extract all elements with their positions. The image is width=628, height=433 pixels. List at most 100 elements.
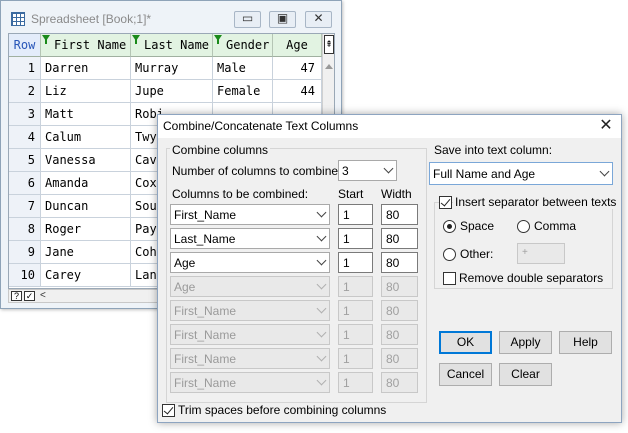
row-number[interactable]: 9 <box>9 241 41 264</box>
row-number[interactable]: 6 <box>9 172 41 195</box>
row-number[interactable]: 4 <box>9 126 41 149</box>
cell-first-name[interactable]: Calum <box>41 126 131 149</box>
trim-spaces-checkbox[interactable] <box>162 404 175 417</box>
other-radio[interactable] <box>443 248 456 261</box>
scroll-top-icon[interactable]: ⇞ <box>324 35 334 54</box>
start-input[interactable]: 1 <box>338 252 373 273</box>
column-select[interactable]: First_Name <box>170 348 330 369</box>
columns-to-combine-label: Columns to be combined: <box>172 187 309 201</box>
other-label: Other: <box>460 247 494 261</box>
width-input[interactable]: 80 <box>381 228 418 249</box>
column-select[interactable]: Age <box>170 276 330 297</box>
chevron-down-icon <box>316 255 327 266</box>
cell-first-name[interactable]: Liz <box>41 80 131 103</box>
close-icon: ✕ <box>313 11 324 25</box>
column-select[interactable]: First_Name <box>170 300 330 321</box>
space-label: Space <box>460 219 495 233</box>
help-icon[interactable]: ? <box>11 291 22 301</box>
cell-first-name[interactable]: Amanda <box>41 172 131 195</box>
check-icon[interactable]: ✓ <box>24 291 35 301</box>
row-number[interactable]: 5 <box>9 149 41 172</box>
start-input[interactable]: 1 <box>338 300 373 321</box>
row-number[interactable]: 7 <box>9 195 41 218</box>
other-separator-input[interactable]: + <box>517 243 565 264</box>
close-window-button[interactable]: ✕ <box>305 11 332 28</box>
column-header-age[interactable]: Age <box>273 34 322 57</box>
cell-last-name[interactable]: Jupe <box>131 80 213 103</box>
maximize-button[interactable]: ▣ <box>269 11 296 28</box>
start-header: Start <box>338 187 364 201</box>
clear-button[interactable]: Clear <box>499 363 552 386</box>
cell-age[interactable]: 44 <box>273 80 322 103</box>
width-input[interactable]: 80 <box>381 300 418 321</box>
chevron-down-icon <box>383 163 394 174</box>
cell-first-name[interactable]: Roger <box>41 218 131 241</box>
row-header-label[interactable]: Row <box>9 34 41 57</box>
row-number[interactable]: 2 <box>9 80 41 103</box>
scroll-left-arrow-icon[interactable]: < <box>40 290 46 301</box>
width-input[interactable]: 80 <box>381 372 418 393</box>
cell-first-name[interactable]: Vanessa <box>41 149 131 172</box>
dialog-titlebar[interactable]: Combine/Concatenate Text Columns ✕ <box>158 115 621 138</box>
minimize-icon: ▭ <box>241 11 254 25</box>
chevron-down-icon <box>316 279 327 290</box>
space-radio[interactable] <box>443 220 456 233</box>
minimize-button[interactable]: ▭ <box>234 11 261 28</box>
spreadsheet-titlebar[interactable]: Spreadsheet [Book;1]* ▭ ▣ ✕ <box>1 1 341 37</box>
chevron-down-icon <box>316 303 327 314</box>
cell-first-name[interactable]: Carey <box>41 264 131 287</box>
width-input[interactable]: 80 <box>381 204 418 225</box>
column-select[interactable]: Last_Name <box>170 228 330 249</box>
column-select[interactable]: First_Name <box>170 372 330 393</box>
ok-button[interactable]: OK <box>439 331 492 354</box>
cell-gender[interactable]: Male <box>213 57 273 80</box>
row-number[interactable]: 1 <box>9 57 41 80</box>
cell-gender[interactable]: Female <box>213 80 273 103</box>
remove-double-checkbox[interactable] <box>443 272 456 285</box>
width-header: Width <box>381 187 412 201</box>
start-input[interactable]: 1 <box>338 276 373 297</box>
chevron-down-icon <box>599 166 610 177</box>
cell-last-name[interactable]: Murray <box>131 57 213 80</box>
column-header-gender[interactable]: Gender <box>213 34 273 57</box>
cell-first-name[interactable]: Darren <box>41 57 131 80</box>
save-into-label: Save into text column: <box>434 143 553 157</box>
apply-button[interactable]: Apply <box>499 331 552 354</box>
cancel-button[interactable]: Cancel <box>439 363 492 386</box>
column-header-first-name[interactable]: First Name <box>41 34 131 57</box>
comma-label: Comma <box>534 219 577 233</box>
row-number[interactable]: 10 <box>9 264 41 287</box>
comma-radio[interactable] <box>517 220 530 233</box>
start-input[interactable]: 1 <box>338 348 373 369</box>
start-input[interactable]: 1 <box>338 372 373 393</box>
cell-age[interactable]: 47 <box>273 57 322 80</box>
column-select[interactable]: Age <box>170 252 330 273</box>
num-columns-select[interactable]: 3 <box>338 160 397 181</box>
insert-separator-checkbox[interactable] <box>439 196 452 209</box>
width-input[interactable]: 80 <box>381 324 418 345</box>
width-input[interactable]: 80 <box>381 276 418 297</box>
start-input[interactable]: 1 <box>338 204 373 225</box>
spreadsheet-title: Spreadsheet [Book;1]* <box>31 12 152 26</box>
cell-first-name[interactable]: Jane <box>41 241 131 264</box>
start-input[interactable]: 1 <box>338 324 373 345</box>
column-select[interactable]: First_Name <box>170 204 330 225</box>
row-number[interactable]: 3 <box>9 103 41 126</box>
cell-first-name[interactable]: Duncan <box>41 195 131 218</box>
cell-first-name[interactable]: Matt <box>41 103 131 126</box>
width-input[interactable]: 80 <box>381 252 418 273</box>
start-input[interactable]: 1 <box>338 228 373 249</box>
chevron-down-icon <box>316 351 327 362</box>
column-header-last-name[interactable]: Last Name <box>131 34 213 57</box>
save-into-select[interactable]: Full Name and Age <box>429 162 613 185</box>
scroll-up-arrow-icon[interactable] <box>325 64 333 69</box>
dialog-close-button[interactable]: ✕ <box>595 117 617 136</box>
row-number[interactable]: 8 <box>9 218 41 241</box>
help-button[interactable]: Help <box>559 331 612 354</box>
column-select[interactable]: First_Name <box>170 324 330 345</box>
chevron-down-icon <box>316 231 327 242</box>
insert-separator-label: Insert separator between texts <box>453 195 619 209</box>
spreadsheet-icon <box>11 12 25 26</box>
dialog-title: Combine/Concatenate Text Columns <box>163 119 359 133</box>
width-input[interactable]: 80 <box>381 348 418 369</box>
